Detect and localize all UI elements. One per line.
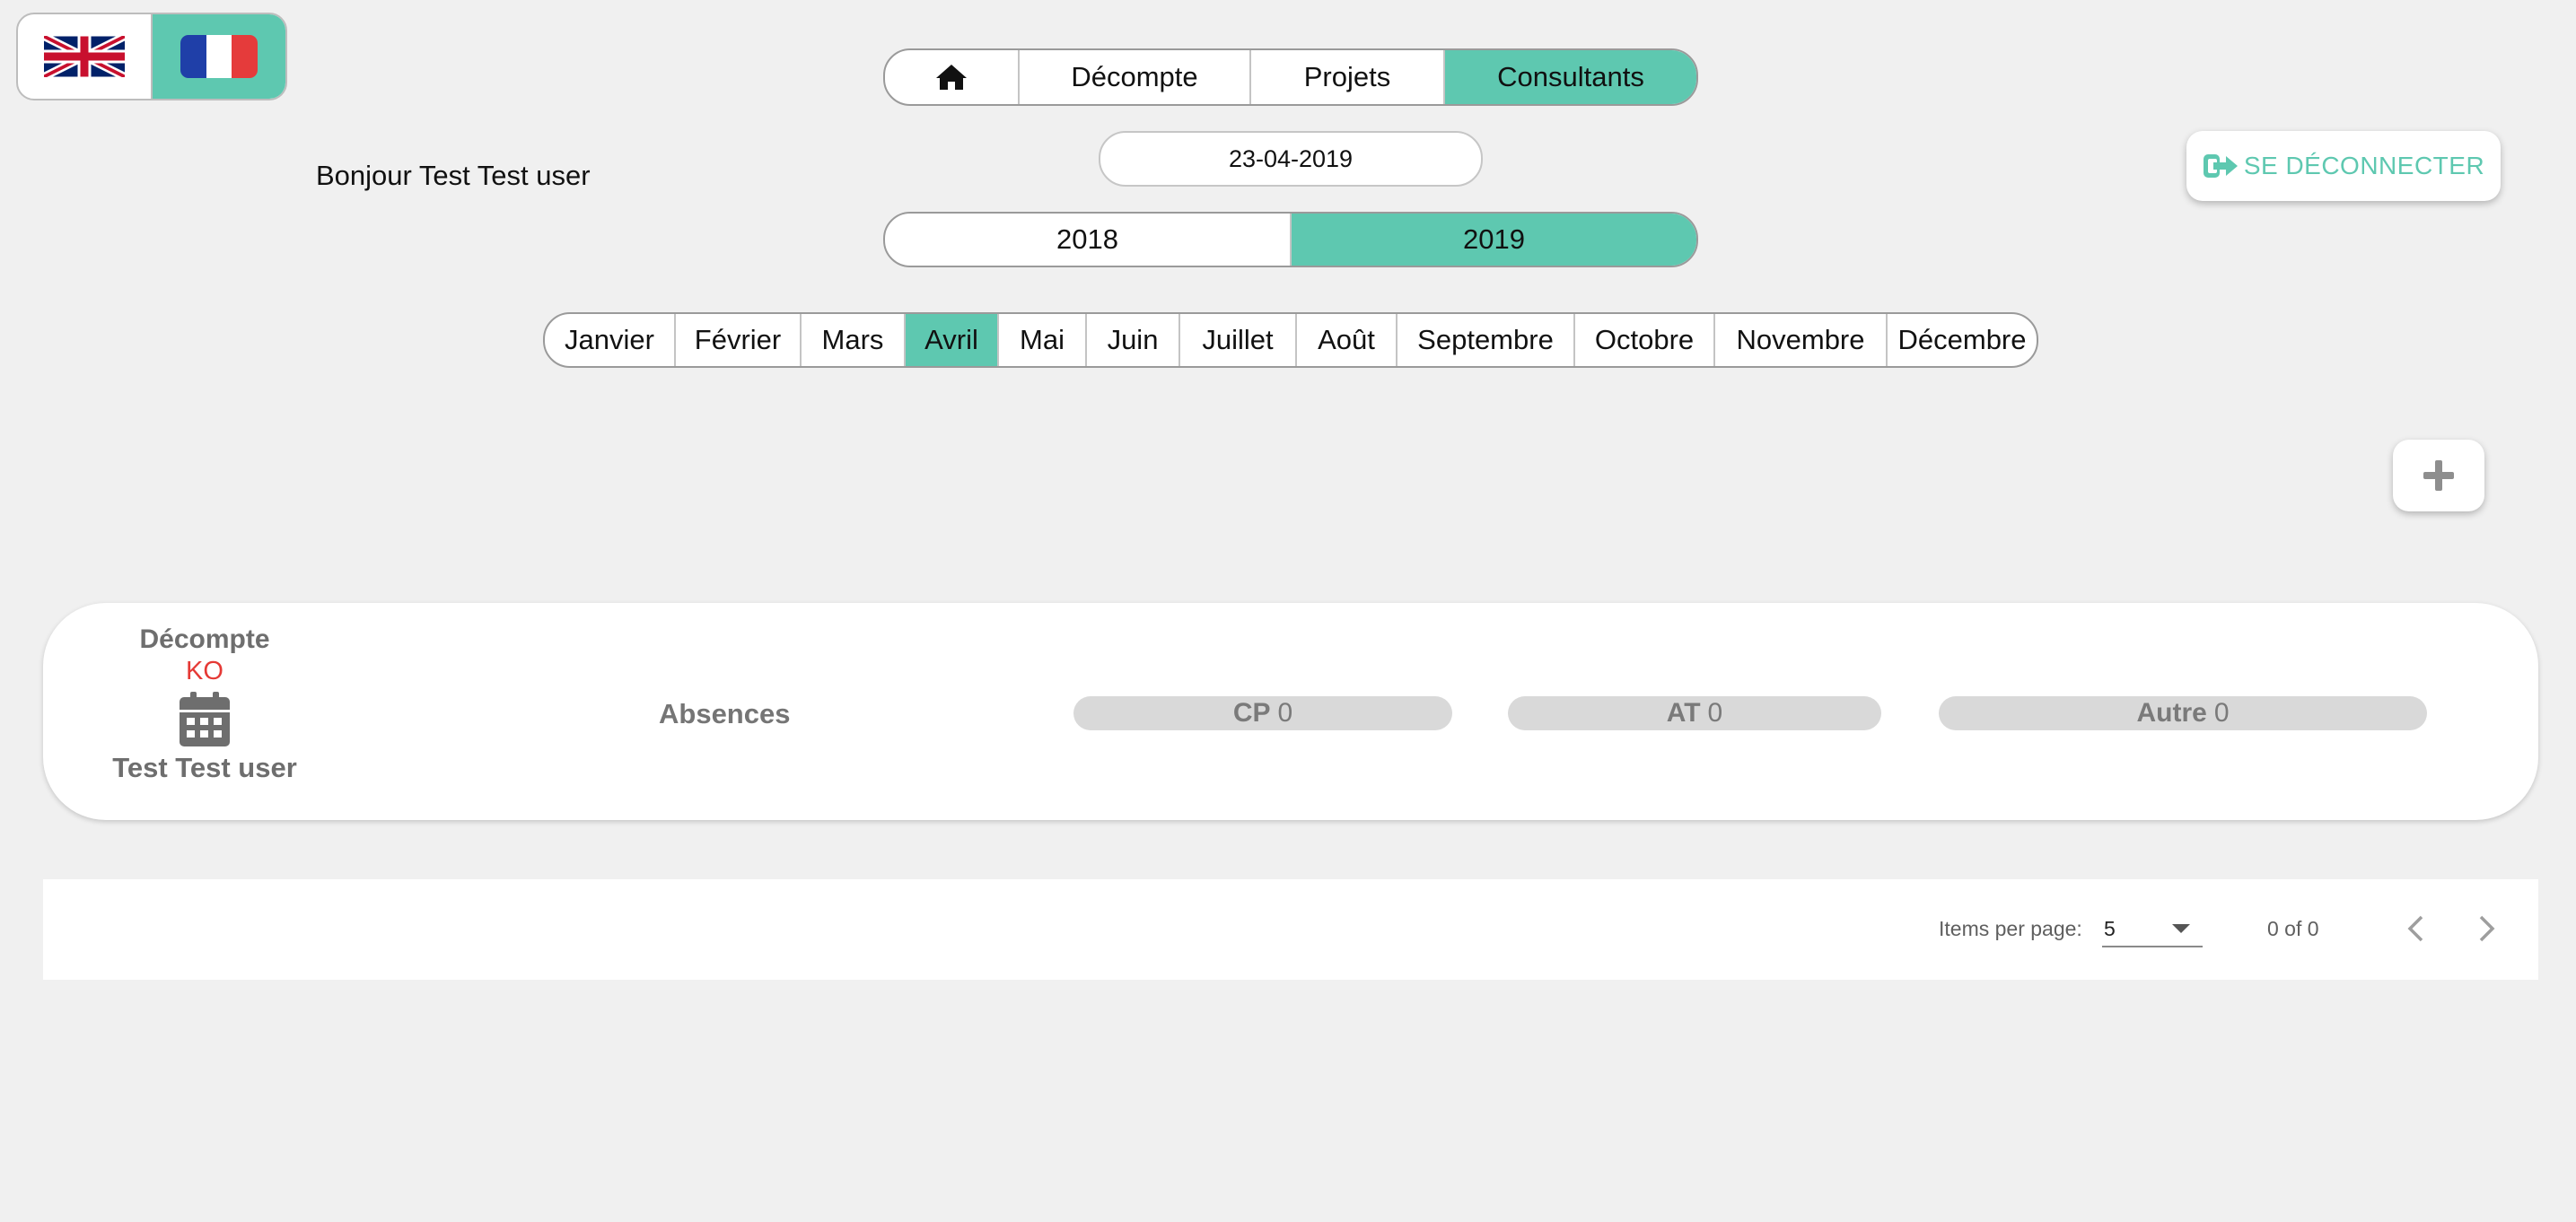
uk-flag-icon xyxy=(44,36,125,77)
date-picker[interactable]: 23-04-2019 xyxy=(1099,131,1483,187)
cp-key: CP xyxy=(1232,698,1271,728)
items-per-page-label: Items per page: xyxy=(1939,917,2082,940)
nav-tab-projets[interactable]: Projets xyxy=(1249,50,1443,104)
greeting-text: Bonjour Test Test user xyxy=(316,160,591,191)
month-avril[interactable]: Avril xyxy=(904,314,997,366)
at-counter: AT 0 xyxy=(1508,696,1881,730)
cp-counter: CP 0 xyxy=(1073,696,1452,730)
year-2019[interactable]: 2019 xyxy=(1290,214,1696,266)
main-nav: Décompte Projets Consultants xyxy=(883,48,1698,106)
nav-tab-consultants[interactable]: Consultants xyxy=(1443,50,1696,104)
plus-icon xyxy=(2423,460,2454,491)
month-septembre[interactable]: Septembre xyxy=(1396,314,1573,366)
decompte-label: Décompte xyxy=(139,624,270,654)
consultant-card: Décompte KO Test Test user Absences CP 0… xyxy=(43,603,2538,820)
logout-button[interactable]: SE DÉCONNECTER xyxy=(2186,131,2501,201)
other-value: 0 xyxy=(2213,698,2230,728)
month-mai[interactable]: Mai xyxy=(997,314,1085,366)
france-flag-icon xyxy=(180,35,258,78)
language-switcher xyxy=(16,13,287,100)
year-selector: 2018 2019 xyxy=(883,212,1698,267)
add-button[interactable] xyxy=(2393,440,2484,511)
nav-tab-decompte[interactable]: Décompte xyxy=(1018,50,1249,104)
month-juin[interactable]: Juin xyxy=(1085,314,1178,366)
month-decembre[interactable]: Décembre xyxy=(1886,314,2037,366)
calendar-button[interactable] xyxy=(179,692,231,752)
logout-label: SE DÉCONNECTER xyxy=(2243,152,2485,179)
at-key: AT xyxy=(1666,698,1701,728)
home-icon xyxy=(936,65,967,90)
language-option-fr[interactable] xyxy=(151,14,285,99)
absences-label: Absences xyxy=(659,698,791,729)
month-selector: Janvier Février Mars Avril Mai Juin Juil… xyxy=(543,312,2038,368)
paginator: Items per page: 5 0 of 0 xyxy=(43,879,2538,980)
month-fevrier[interactable]: Février xyxy=(674,314,800,366)
language-option-en[interactable] xyxy=(18,14,151,99)
items-per-page-select[interactable]: 5 xyxy=(2102,912,2203,947)
previous-page-button[interactable] xyxy=(2395,908,2436,949)
month-octobre[interactable]: Octobre xyxy=(1573,314,1713,366)
chevron-left-icon xyxy=(2407,915,2423,942)
dropdown-caret-icon xyxy=(2172,924,2190,933)
page-range: 0 of 0 xyxy=(2267,917,2319,940)
next-page-button[interactable] xyxy=(2466,908,2508,949)
cp-value: 0 xyxy=(1277,698,1293,728)
year-2018[interactable]: 2018 xyxy=(885,214,1290,266)
month-juillet[interactable]: Juillet xyxy=(1178,314,1295,366)
consultant-summary: Décompte KO Test Test user xyxy=(43,603,366,820)
other-counter: Autre 0 xyxy=(1939,696,2427,730)
month-novembre[interactable]: Novembre xyxy=(1713,314,1886,366)
month-mars[interactable]: Mars xyxy=(800,314,904,366)
consultant-name: Test Test user xyxy=(112,752,297,783)
at-value: 0 xyxy=(1707,698,1723,728)
items-per-page-value: 5 xyxy=(2104,917,2116,940)
chevron-right-icon xyxy=(2479,915,2495,942)
decompte-status: KO xyxy=(186,657,223,685)
nav-home[interactable] xyxy=(885,50,1018,104)
other-key: Autre xyxy=(2136,698,2207,728)
month-aout[interactable]: Août xyxy=(1295,314,1396,366)
month-janvier[interactable]: Janvier xyxy=(545,314,674,366)
calendar-icon xyxy=(180,692,230,746)
sign-out-icon xyxy=(2203,154,2238,178)
